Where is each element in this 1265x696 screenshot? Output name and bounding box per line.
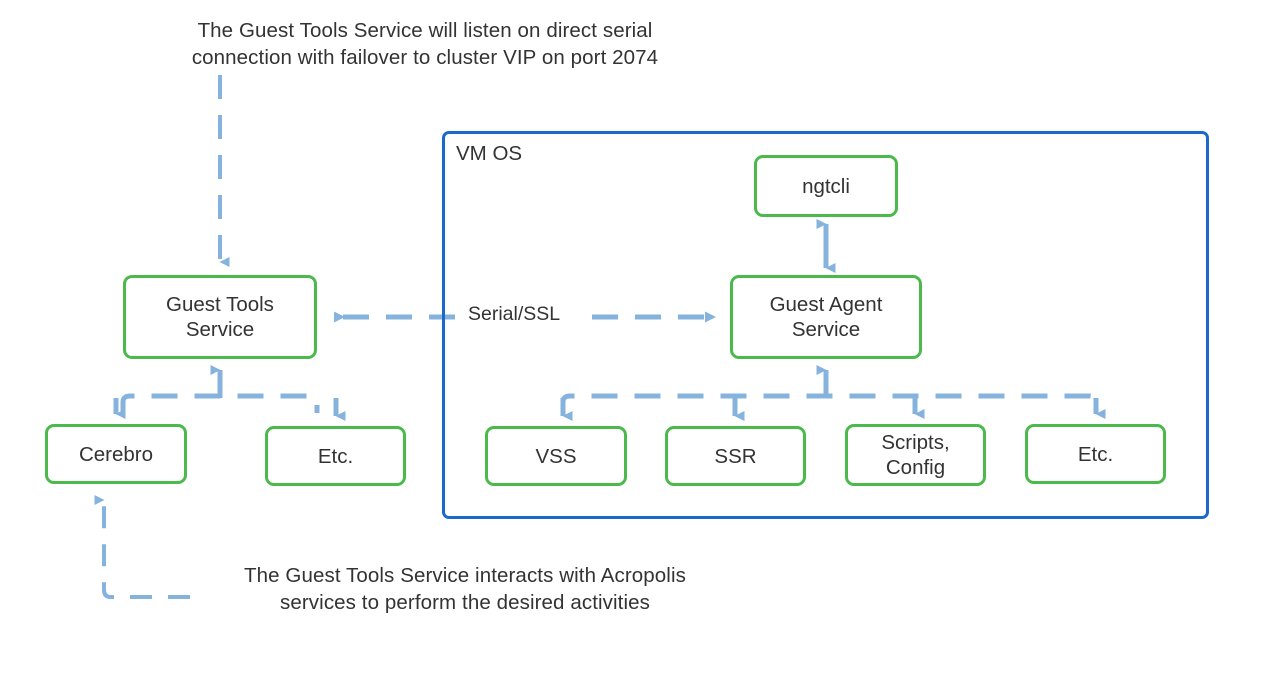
node-guest-agent-service[interactable]: Guest Agent Service xyxy=(730,275,922,359)
node-ssr[interactable]: SSR xyxy=(665,426,806,486)
edge-label-serial-ssl: Serial/SSL xyxy=(466,303,563,326)
node-guest-tools-service[interactable]: Guest Tools Service xyxy=(123,275,317,359)
node-ngtcli[interactable]: ngtcli xyxy=(754,155,898,217)
node-cerebro[interactable]: Cerebro xyxy=(45,424,187,484)
node-scripts-config[interactable]: Scripts, Config xyxy=(845,424,986,486)
caption-bottom: The Guest Tools Service interacts with A… xyxy=(244,564,686,614)
caption-top: The Guest Tools Service will listen on d… xyxy=(191,19,659,69)
node-etc-right[interactable]: Etc. xyxy=(1025,424,1166,484)
vm-os-label: VM OS xyxy=(456,142,523,165)
connector-bus-left xyxy=(120,393,320,413)
diagram-canvas: The Guest Tools Service will listen on d… xyxy=(0,0,1265,696)
node-etc-left[interactable]: Etc. xyxy=(265,426,406,486)
node-vss[interactable]: VSS xyxy=(485,426,627,486)
